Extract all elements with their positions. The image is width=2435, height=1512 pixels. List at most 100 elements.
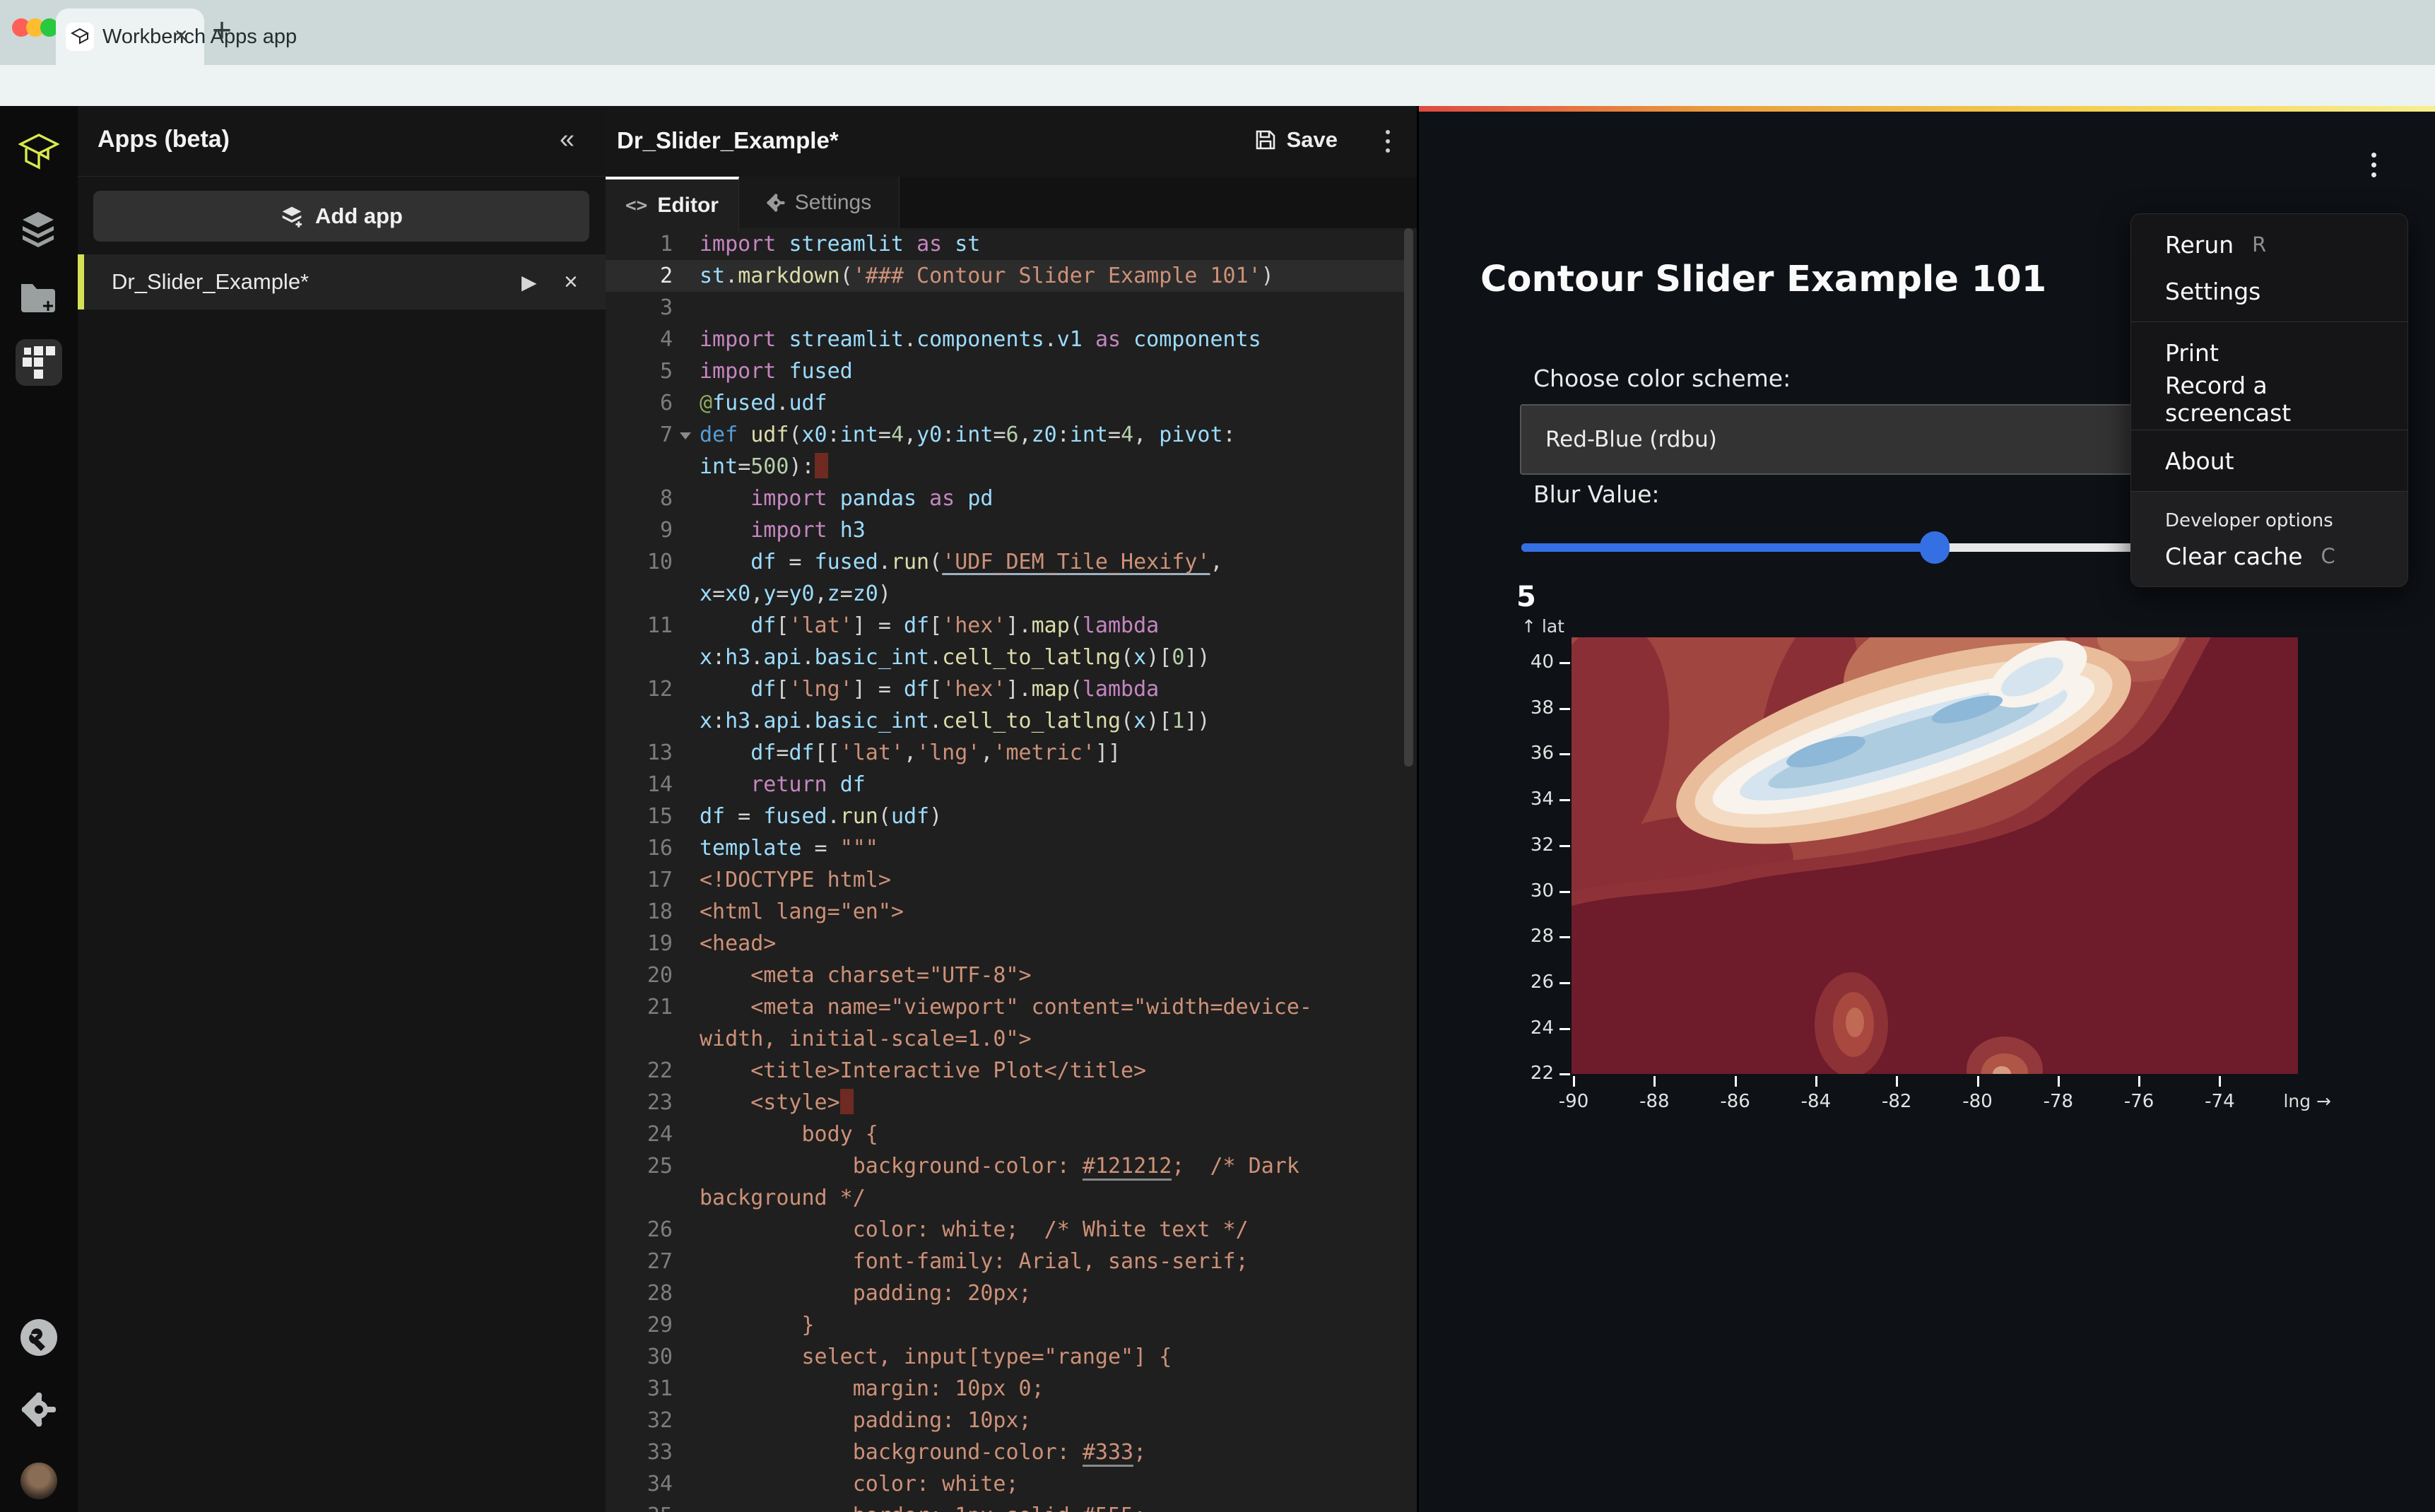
code-line[interactable]: 32 padding: 10px; (606, 1405, 1407, 1436)
code-line[interactable]: 22 <title>Interactive Plot</title> (606, 1055, 1407, 1087)
code-line[interactable]: background */ (606, 1182, 1407, 1214)
code-line[interactable]: 10 df = fused.run('UDF_DEM_Tile_Hexify', (606, 546, 1407, 578)
line-number: 12 (647, 677, 673, 702)
line-number: 33 (647, 1440, 673, 1465)
line-number: 11 (647, 613, 673, 638)
code-line[interactable]: x:h3.api.basic_int.cell_to_latlng(x)[1]) (606, 705, 1407, 737)
x-tick-label: -90 (1558, 1091, 1589, 1112)
line-number: 9 (659, 518, 673, 543)
y-tick-mark (1560, 1027, 1570, 1030)
line-number: 17 (647, 868, 673, 892)
code-line[interactable]: 16 template = """ (606, 832, 1407, 864)
code-line[interactable]: 30 select, input[type="range"] { (606, 1341, 1407, 1373)
tools-wrench-icon[interactable] (20, 1318, 58, 1360)
menu-item-record-a-screencast[interactable]: Record a screencast (2131, 372, 2407, 427)
code-line[interactable]: 31 margin: 10px 0; (606, 1373, 1407, 1405)
code-line[interactable]: 18 <html lang="en"> (606, 896, 1407, 928)
code-line[interactable]: 21 <meta name="viewport" content="width=… (606, 991, 1407, 1023)
line-number: 22 (647, 1058, 673, 1083)
code-line[interactable]: width, initial-scale=1.0"> (606, 1023, 1407, 1055)
code-line[interactable]: 1 import streamlit as st (606, 228, 1407, 260)
editor-tab-bar: <> Editor Settings (606, 177, 1417, 231)
collapse-panel-icon[interactable]: « (560, 124, 574, 155)
x-tick-mark (1734, 1076, 1737, 1087)
run-app-icon[interactable]: ▶ (521, 271, 537, 294)
menu-item-about[interactable]: About (2131, 437, 2407, 484)
menu-item-clear-cache[interactable]: Clear cache C (2131, 533, 2407, 579)
file-explorer-icon[interactable] (18, 278, 58, 319)
save-button[interactable]: Save (1254, 127, 1338, 153)
menu-item-print[interactable]: Print (2131, 329, 2407, 376)
code-line[interactable]: 3 (606, 292, 1407, 324)
code-line[interactable]: 24 body { (606, 1118, 1407, 1150)
rail-user-avatar[interactable] (20, 1463, 57, 1499)
apps-header: Apps (beta) « (78, 106, 606, 177)
code-line[interactable]: 26 color: white; /* White text */ (606, 1214, 1407, 1246)
line-number (606, 578, 673, 610)
editor-scrollbar[interactable] (1404, 228, 1413, 767)
y-tick-label: 26 (1530, 971, 1554, 993)
line-number: 18 (647, 899, 673, 924)
code-line[interactable]: 2 st.markdown('### Contour Slider Example… (606, 260, 1407, 292)
line-number: 15 (647, 804, 673, 829)
code-line[interactable]: 8 import pandas as pd (606, 483, 1407, 514)
code-line[interactable]: 7 def udf(x0:int=4,y0:int=6,z0:int=4, piv… (606, 419, 1407, 451)
code-line[interactable]: 14 return df (606, 769, 1407, 801)
code-line[interactable]: 29 } (606, 1309, 1407, 1341)
code-line[interactable]: 13 df=df[['lat','lng','metric']] (606, 737, 1407, 769)
code-line[interactable]: 20 <meta charset="UTF-8"> (606, 959, 1407, 991)
code-line[interactable]: 33 background-color: #333; (606, 1436, 1407, 1468)
app-list-item[interactable]: Dr_Slider_Example* ▶ × (78, 254, 606, 309)
menu-group: Developer options Clear cache C (2131, 491, 2407, 586)
fold-chevron-icon[interactable] (680, 432, 691, 439)
code-line[interactable]: 12 df['lng'] = df['hex'].map(lambda (606, 673, 1407, 705)
save-floppy-icon (1256, 130, 1275, 150)
close-app-icon[interactable]: × (564, 268, 578, 296)
slider-thumb[interactable] (1920, 531, 1950, 564)
new-tab-button[interactable]: + (212, 11, 232, 50)
code-line[interactable]: 34 color: white; (606, 1468, 1407, 1500)
code-line[interactable]: 35 border: 1px solid #555; (606, 1500, 1407, 1512)
code-line[interactable]: 19 <head> (606, 928, 1407, 959)
code-line[interactable]: int=500): (606, 451, 1407, 483)
tab-settings[interactable]: Settings (739, 177, 900, 228)
y-tick-mark (1560, 753, 1570, 756)
settings-gear-icon[interactable] (21, 1392, 57, 1431)
code-line[interactable]: 28 padding: 20px; (606, 1277, 1407, 1309)
code-line[interactable]: 27 font-family: Arial, sans-serif; (606, 1246, 1407, 1277)
contour-plot-image (1530, 604, 2298, 1103)
apps-sidebar: Apps (beta) « Add app Dr_Slider_Example*… (78, 106, 607, 1512)
streamlit-menu-icon[interactable] (2371, 153, 2376, 177)
code-line[interactable]: 23 <style> (606, 1087, 1407, 1118)
code-line[interactable]: 6 @fused.udf (606, 387, 1407, 419)
fused-logo-icon[interactable] (18, 133, 60, 179)
color-scheme-label: Choose color scheme: (1533, 365, 1791, 392)
code-line[interactable]: 5 import fused (606, 355, 1407, 387)
code-line[interactable]: x=x0,y=y0,z=z0) (606, 578, 1407, 610)
tab-editor[interactable]: <> Editor (606, 177, 739, 231)
line-number: 35 (606, 1500, 673, 1512)
add-app-button[interactable]: Add app (93, 191, 589, 242)
x-tick-mark (1653, 1076, 1656, 1087)
udf-layers-icon[interactable] (18, 209, 58, 252)
app-preview-panel: Contour Slider Example 101 Choose color … (1417, 106, 2435, 1512)
code-line[interactable]: 25 background-color: #121212; /* Dark (606, 1150, 1407, 1182)
y-axis-label: ↑ lat (1521, 616, 1564, 637)
code-line[interactable]: 4 import streamlit.components.v1 as compo… (606, 324, 1407, 355)
y-tick-label: 22 (1530, 1063, 1554, 1085)
code-line[interactable]: 9 import h3 (606, 514, 1407, 546)
code-line[interactable]: x:h3.api.basic_int.cell_to_latlng(x)[0]) (606, 642, 1407, 673)
line-number: 34 (647, 1472, 673, 1496)
menu-item-rerun[interactable]: Rerun R (2131, 221, 2407, 268)
browser-tab[interactable]: Workbench Apps app × (56, 8, 297, 65)
apps-nav-item-active[interactable] (16, 339, 62, 386)
code-line[interactable]: 11 df['lat'] = df['hex'].map(lambda (606, 610, 1407, 642)
code-line[interactable]: 17 <!DOCTYPE html> (606, 864, 1407, 896)
line-number: 1 (659, 232, 673, 256)
code-line[interactable]: 15 df = fused.run(udf) (606, 801, 1407, 832)
code-editor[interactable]: 1 import streamlit as st 2 st.markdown('###… (606, 228, 1407, 1512)
menu-group: Rerun R Settings (2131, 214, 2407, 321)
menu-item-settings[interactable]: Settings (2131, 268, 2407, 314)
tab-close-icon[interactable]: × (175, 23, 188, 49)
editor-menu-icon[interactable] (1386, 130, 1390, 153)
